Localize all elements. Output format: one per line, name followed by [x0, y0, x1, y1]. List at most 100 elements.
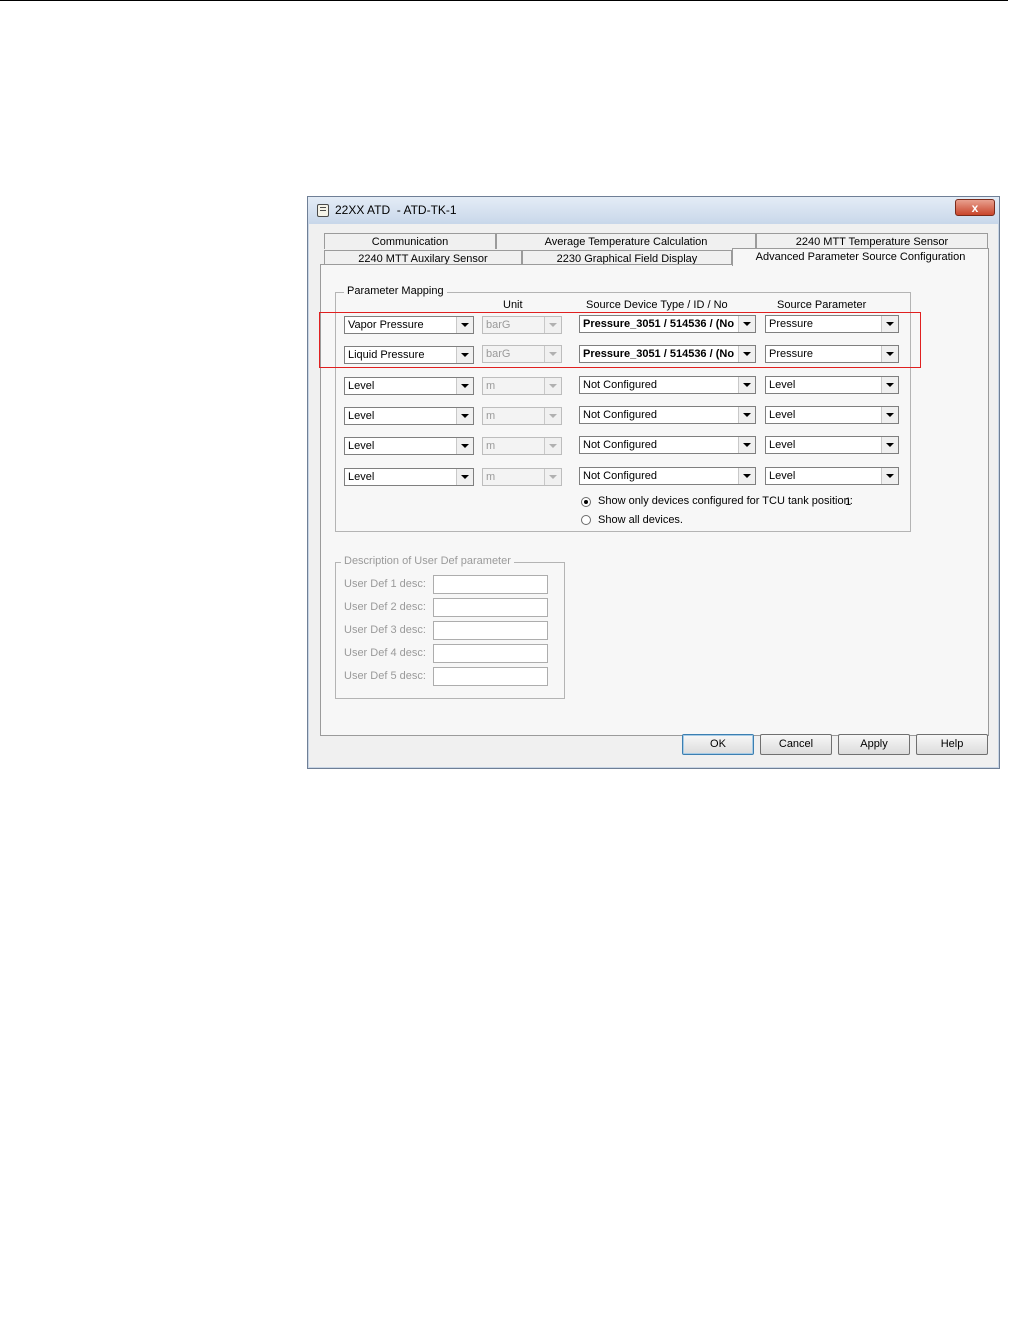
unit-select-5: m [482, 437, 562, 455]
dialog-window: 22XX ATD - ATD-TK-1 x Communication Aver… [307, 196, 1000, 769]
source-device-select-5[interactable]: Not Configured [579, 436, 756, 454]
radio-show-only-devices[interactable] [581, 497, 591, 507]
help-button[interactable]: Help [916, 734, 988, 755]
unit-value: barG [486, 348, 511, 360]
source-parameter-select-2[interactable]: Pressure [765, 345, 899, 363]
source-device-value: Not Configured [583, 470, 657, 482]
tab-panel-advanced: Parameter Mapping Unit Source Device Typ… [320, 264, 989, 736]
source-device-select-2[interactable]: Pressure_3051 / 514536 / (No 2) [579, 345, 756, 363]
parameter-select-4[interactable]: Level [344, 407, 474, 425]
unit-select-2: barG [482, 345, 562, 363]
source-device-value: Pressure_3051 / 514536 / (No 1) [583, 318, 737, 330]
chevron-down-icon[interactable] [456, 347, 473, 363]
parameter-value: Level [348, 410, 375, 422]
user-def-5-label: User Def 5 desc: [344, 670, 426, 682]
parameter-select-3[interactable]: Level [344, 377, 474, 395]
source-device-value: Not Configured [583, 409, 657, 421]
user-def-legend: Description of User Def parameter [341, 555, 514, 567]
page-top-rule [0, 0, 1008, 1]
user-def-3-label: User Def 3 desc: [344, 624, 426, 636]
source-parameter-value: Level [769, 379, 796, 391]
radio-show-only-label: Show only devices configured for TCU tan… [598, 495, 853, 507]
chevron-down-icon [544, 469, 561, 485]
user-def-3-input[interactable] [433, 621, 548, 640]
source-device-select-6[interactable]: Not Configured [579, 467, 756, 485]
parameter-select-5[interactable]: Level [344, 437, 474, 455]
source-device-select-3[interactable]: Not Configured [579, 376, 756, 394]
source-parameter-select-3[interactable]: Level [765, 376, 899, 394]
user-def-2-input[interactable] [433, 598, 548, 617]
chevron-down-icon[interactable] [456, 469, 473, 485]
chevron-down-icon [544, 378, 561, 394]
tab-average-temperature-calculation[interactable]: Average Temperature Calculation [496, 233, 756, 249]
title-bar[interactable]: 22XX ATD - ATD-TK-1 x [308, 197, 999, 224]
unit-value: barG [486, 319, 511, 331]
parameter-select-1[interactable]: Vapor Pressure [344, 316, 474, 334]
tab-communication[interactable]: Communication [324, 233, 496, 249]
chevron-down-icon[interactable] [456, 317, 473, 333]
source-parameter-select-4[interactable]: Level [765, 406, 899, 424]
source-device-select-4[interactable]: Not Configured [579, 406, 756, 424]
parameter-value: Liquid Pressure [348, 349, 425, 361]
cancel-button[interactable]: Cancel [760, 734, 832, 755]
chevron-down-icon[interactable] [738, 346, 755, 362]
chevron-down-icon[interactable] [738, 377, 755, 393]
chevron-down-icon[interactable] [881, 407, 898, 423]
unit-select-1: barG [482, 316, 562, 334]
ok-button[interactable]: OK [682, 734, 754, 755]
user-def-4-label: User Def 4 desc: [344, 647, 426, 659]
unit-value: m [486, 410, 496, 422]
parameter-select-2[interactable]: Liquid Pressure [344, 346, 474, 364]
chevron-down-icon [544, 346, 561, 362]
chevron-down-icon[interactable] [881, 468, 898, 484]
window-title: 22XX ATD - ATD-TK-1 [335, 203, 457, 217]
chevron-down-icon[interactable] [738, 468, 755, 484]
chevron-down-icon[interactable] [738, 316, 755, 332]
user-def-1-label: User Def 1 desc: [344, 578, 426, 590]
tab-advanced-parameter-source-configuration[interactable]: Advanced Parameter Source Configuration [732, 248, 989, 266]
chevron-down-icon[interactable] [456, 408, 473, 424]
unit-select-4: m [482, 407, 562, 425]
parameter-select-6[interactable]: Level [344, 468, 474, 486]
chevron-down-icon[interactable] [881, 377, 898, 393]
close-icon: x [971, 201, 979, 215]
apply-button[interactable]: Apply [838, 734, 910, 755]
radio-show-all-devices[interactable] [581, 515, 591, 525]
chevron-down-icon[interactable] [456, 438, 473, 454]
source-parameter-select-1[interactable]: Pressure [765, 315, 899, 333]
source-parameter-value: Level [769, 470, 796, 482]
chevron-down-icon[interactable] [881, 437, 898, 453]
source-device-header: Source Device Type / ID / No [586, 299, 728, 311]
source-parameter-select-6[interactable]: Level [765, 467, 899, 485]
chevron-down-icon [544, 408, 561, 424]
source-device-value: Not Configured [583, 439, 657, 451]
tab-2240-mtt-temperature-sensor[interactable]: 2240 MTT Temperature Sensor [756, 233, 988, 249]
unit-value: m [486, 380, 496, 392]
chevron-down-icon [544, 438, 561, 454]
radio-show-all-label: Show all devices. [598, 514, 683, 526]
source-device-value: Pressure_3051 / 514536 / (No 2) [583, 348, 737, 360]
unit-select-6: m [482, 468, 562, 486]
source-device-select-1[interactable]: Pressure_3051 / 514536 / (No 1) [579, 315, 756, 333]
chevron-down-icon[interactable] [881, 346, 898, 362]
chevron-down-icon[interactable] [456, 378, 473, 394]
close-button[interactable]: x [955, 199, 995, 216]
source-parameter-value: Pressure [769, 318, 814, 330]
source-parameter-header: Source Parameter [777, 299, 867, 311]
parameter-value: Level [348, 380, 375, 392]
tank-position-value: 1 [845, 496, 852, 508]
chevron-down-icon[interactable] [738, 437, 755, 453]
source-parameter-select-5[interactable]: Level [765, 436, 899, 454]
chevron-down-icon[interactable] [738, 407, 755, 423]
app-icon [317, 204, 329, 217]
user-def-5-input[interactable] [433, 667, 548, 686]
source-parameter-value: Level [769, 439, 796, 451]
source-parameter-value: Pressure [769, 348, 814, 360]
user-def-2-label: User Def 2 desc: [344, 601, 426, 613]
user-def-4-input[interactable] [433, 644, 548, 663]
unit-select-3: m [482, 377, 562, 395]
parameter-mapping-legend: Parameter Mapping [344, 285, 447, 297]
chevron-down-icon[interactable] [881, 316, 898, 332]
unit-value: m [486, 471, 496, 483]
user-def-1-input[interactable] [433, 575, 548, 594]
